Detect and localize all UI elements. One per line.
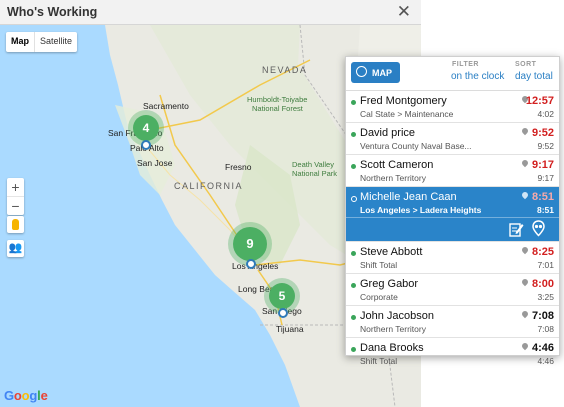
status-dot xyxy=(351,164,356,169)
employee-location: Shift Total xyxy=(360,260,398,270)
day-total: 4:46 xyxy=(537,356,554,366)
map-pin-sf[interactable] xyxy=(141,140,151,150)
employee-row[interactable]: Fred Montgomery Cal State > Maintenance … xyxy=(346,91,559,123)
employee-name: Fred Montgomery xyxy=(360,95,447,107)
employee-row[interactable]: Greg Gabor Corporate 8:00 3:25 xyxy=(346,274,559,306)
employee-name: Scott Cameron xyxy=(360,159,434,171)
row-actions xyxy=(346,217,559,242)
clock-time: 8:25 xyxy=(531,246,554,258)
zoom-out-button[interactable]: − xyxy=(7,196,24,215)
employee-location: Corporate xyxy=(360,292,398,302)
employee-row[interactable]: David price Ventura County Naval Base...… xyxy=(346,123,559,155)
clock-time: 9:17 xyxy=(531,159,554,171)
employee-location: Ventura County Naval Base... xyxy=(360,141,472,151)
clock-time: 8:00 xyxy=(531,278,554,290)
location-pin-icon xyxy=(520,341,530,351)
day-total: 9:17 xyxy=(537,173,554,183)
map-type-toggle: Map Satellite xyxy=(6,32,78,52)
employee-name: Michelle Jean Caan xyxy=(360,191,457,203)
label-san-jose: San Jose xyxy=(137,158,173,168)
map-pin-sd[interactable] xyxy=(278,308,288,318)
label-humboldt: Humboldt-Toiyabe xyxy=(247,95,308,104)
label-nevada: NEVADA xyxy=(262,65,308,75)
sort-dropdown[interactable]: day total xyxy=(515,71,553,82)
clock-time: 7:08 xyxy=(531,310,554,322)
employee-location: Cal State > Maintenance xyxy=(360,109,454,119)
employee-location: Northern Territory xyxy=(360,173,426,183)
window-title: Who's Working xyxy=(7,5,98,19)
filter-label: FILTER xyxy=(452,61,479,68)
panel-header: MAP FILTER on the clock SORT day total xyxy=(346,57,559,91)
status-dot xyxy=(351,315,356,320)
day-total: 4:02 xyxy=(537,109,554,119)
location-pin-icon xyxy=(520,190,530,200)
label-sacramento: Sacramento xyxy=(143,101,189,111)
employee-name: David price xyxy=(360,127,416,139)
employee-name: John Jacobson xyxy=(360,310,434,322)
status-dot xyxy=(351,283,356,288)
clock-time: 12:57 xyxy=(525,95,554,107)
day-total: 7:08 xyxy=(537,324,554,334)
employee-name: Dana Brooks xyxy=(360,342,424,354)
clock-time: 8:51 xyxy=(531,191,554,203)
map-pin-la[interactable] xyxy=(246,259,256,269)
location-pin-icon xyxy=(520,126,530,136)
employee-row[interactable]: Scott Cameron Northern Territory 9:17 9:… xyxy=(346,155,559,187)
sort-label: SORT xyxy=(515,61,537,68)
locate-on-map-icon[interactable] xyxy=(531,220,546,237)
map-button-label: MAP xyxy=(372,68,392,78)
day-total: 8:51 xyxy=(536,205,554,215)
employee-name: Greg Gabor xyxy=(360,278,419,290)
location-pin-icon xyxy=(520,277,530,287)
status-dot xyxy=(351,196,357,202)
globe-icon xyxy=(356,66,367,77)
clock-time: 4:46 xyxy=(531,342,554,354)
employee-location: Northern Territory xyxy=(360,324,426,334)
zoom-controls: + − xyxy=(7,178,24,215)
label-tijuana: Tijuana xyxy=(276,324,304,334)
label-death-valley: Death Valley xyxy=(292,160,334,169)
employee-name: Steve Abbott xyxy=(360,246,423,258)
status-dot xyxy=(351,132,356,137)
map-type-map-button[interactable]: Map xyxy=(6,32,34,52)
day-total: 9:52 xyxy=(537,141,554,151)
employee-row[interactable]: John Jacobson Northern Territory 7:08 7:… xyxy=(346,306,559,338)
whos-working-panel: MAP FILTER on the clock SORT day total F… xyxy=(345,56,560,366)
location-pin-icon xyxy=(520,158,530,168)
location-pin-icon xyxy=(520,245,530,255)
status-dot xyxy=(351,100,356,105)
status-dot xyxy=(351,251,356,256)
employee-row-selected[interactable]: Michelle Jean Caan Los Angeles > Ladera … xyxy=(346,187,559,242)
label-fresno: Fresno xyxy=(225,162,252,172)
people-icon[interactable]: 👥 xyxy=(7,240,24,257)
filter-dropdown[interactable]: on the clock xyxy=(451,71,504,82)
street-view-icon[interactable] xyxy=(7,216,24,233)
status-dot xyxy=(351,347,356,352)
edit-timecard-icon[interactable] xyxy=(509,221,524,237)
map-type-satellite-button[interactable]: Satellite xyxy=(34,32,77,52)
employee-row[interactable]: Steve Abbott Shift Total 8:25 7:01 xyxy=(346,242,559,274)
title-bar: Who's Working ✕ xyxy=(0,0,421,25)
label-california: CALIFORNIA xyxy=(174,181,244,191)
day-total: 3:25 xyxy=(537,292,554,302)
clock-time: 9:52 xyxy=(531,127,554,139)
label-national-forest: National Forest xyxy=(252,104,303,113)
employee-location: Shift Total xyxy=(360,356,398,366)
close-icon[interactable]: ✕ xyxy=(397,2,411,22)
location-pin-icon xyxy=(520,309,530,319)
employee-location: Los Angeles > Ladera Heights xyxy=(360,205,482,215)
zoom-in-button[interactable]: + xyxy=(7,178,24,196)
employee-row[interactable]: Dana Brooks Shift Total 4:46 4:46 xyxy=(346,338,559,369)
google-logo: Google xyxy=(4,388,48,403)
label-national-park: National Park xyxy=(292,169,338,178)
cluster-marker-sd[interactable]: 5 xyxy=(269,283,295,309)
map-button[interactable]: MAP xyxy=(351,62,400,83)
cluster-marker-la[interactable]: 9 xyxy=(233,227,267,261)
day-total: 7:01 xyxy=(537,260,554,270)
cluster-marker-sf[interactable]: 4 xyxy=(133,115,159,141)
